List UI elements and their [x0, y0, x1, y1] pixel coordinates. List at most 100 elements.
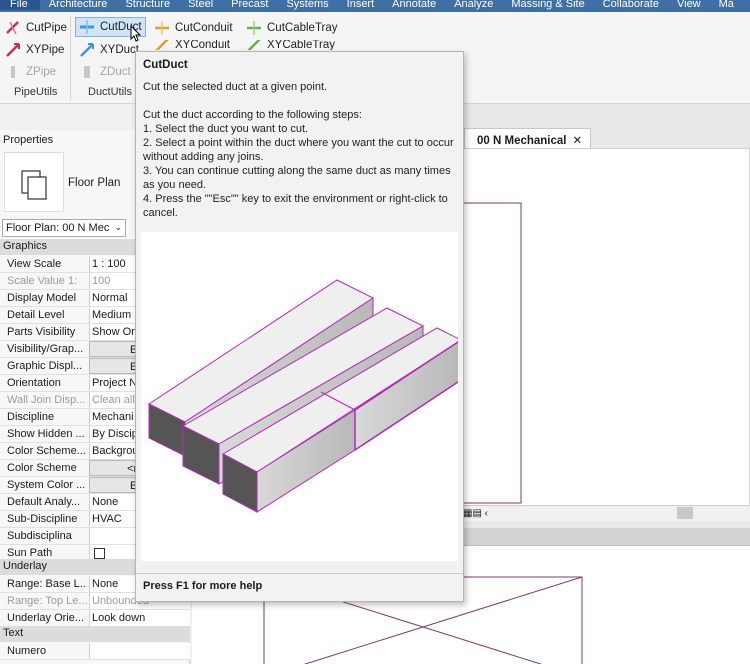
sun-path-checkbox[interactable] — [94, 548, 105, 559]
property-name: Display Model — [7, 292, 77, 304]
tooltip-illustration — [141, 232, 463, 561]
property-name: Underlay Orie... — [7, 612, 85, 624]
cutduct-tooltip: CutDuct Cut the selected duct at a given… — [135, 51, 464, 602]
mouse-cursor-icon — [130, 24, 142, 42]
xypipe-button[interactable]: XYPipe — [5, 40, 64, 60]
property-name: Color Scheme... — [7, 445, 86, 457]
property-name: Range: Top Le... — [7, 595, 87, 607]
panel-separator — [70, 16, 71, 100]
menu-steel[interactable]: Steel — [179, 0, 222, 10]
view-control-icons[interactable]: ▦▤ ‹ — [463, 508, 488, 519]
instance-selector[interactable]: Floor Plan: 00 N Mec ⌄ — [2, 219, 126, 237]
xyconduit-label: XYConduit — [175, 40, 230, 50]
menu-analyze[interactable]: Analyze — [445, 0, 502, 10]
menu-precast[interactable]: Precast — [222, 0, 277, 10]
property-name: System Color ... — [7, 479, 86, 491]
zduct-button[interactable]: ZDuct — [79, 62, 131, 82]
xyduct-label: XYDuct — [100, 44, 139, 56]
property-name: Numero — [7, 645, 47, 657]
xycabletray-button[interactable]: XYCableTray — [246, 40, 335, 50]
pipeutils-panel-label: PipeUtils — [14, 86, 58, 98]
view-control-bar: ▦▤ ‹ — [455, 505, 750, 521]
tooltip-step: 4. Press the ""Esc"" key to exit the env… — [143, 193, 448, 219]
menu-massing-site[interactable]: Massing & Site — [502, 0, 593, 10]
property-name: Graphic Displ... — [7, 360, 83, 372]
tooltip-help-hint: Press F1 for more help — [143, 580, 263, 592]
property-name: Color Scheme — [7, 462, 77, 474]
property-name: Sun Path — [7, 547, 53, 559]
cutcabletray-icon — [246, 20, 262, 36]
cutconduit-label: CutConduit — [175, 22, 233, 34]
zpipe-icon — [5, 64, 21, 80]
menu-view[interactable]: View — [668, 0, 710, 10]
property-name: Subdisciplina — [7, 530, 72, 542]
instance-selector-value: Floor Plan: 00 N Mec — [6, 222, 110, 234]
tooltip-divider — [136, 573, 463, 574]
cutcabletray-button[interactable]: CutCableTray — [246, 18, 338, 38]
property-value[interactable] — [89, 643, 190, 659]
tooltip-body: Cut the selected duct at a given point. … — [143, 80, 457, 220]
property-name: Default Analy... — [7, 496, 81, 508]
menu-collaborate[interactable]: Collaborate — [594, 0, 668, 10]
plan-drawing — [456, 202, 522, 504]
property-name: Orientation — [7, 377, 61, 389]
zpipe-label: ZPipe — [26, 66, 57, 78]
xyconduit-icon — [154, 40, 170, 50]
property-name: Parts Visibility — [7, 326, 76, 338]
property-name: Discipline — [7, 411, 55, 423]
type-name: Floor Plan — [68, 177, 121, 189]
cutconduit-icon — [154, 20, 170, 36]
ductutils-panel-label: DuctUtils — [88, 86, 133, 98]
cutpipe-icon — [5, 20, 21, 36]
tooltip-summary: Cut the selected duct at a given point. — [143, 81, 328, 93]
properties-title: Properties — [3, 134, 54, 146]
cutcabletray-label: CutCableTray — [267, 22, 338, 34]
menu-file[interactable]: File — [0, 0, 40, 10]
xyconduit-button[interactable]: XYConduit — [154, 40, 230, 50]
property-value[interactable]: Look down — [89, 610, 190, 626]
floor-plan-view[interactable] — [455, 148, 750, 520]
view-tab-label: 00 N Mechanical — [477, 135, 567, 147]
tooltip-title: CutDuct — [143, 59, 188, 71]
zpipe-button[interactable]: ZPipe — [5, 62, 56, 82]
menu-insert[interactable]: Insert — [338, 0, 384, 10]
xycabletray-label: XYCableTray — [267, 40, 335, 50]
tooltip-step: 1. Select the duct you want to cut. — [143, 123, 309, 135]
menu-architecture[interactable]: Architecture — [40, 0, 117, 10]
property-name: Wall Join Disp... — [7, 394, 86, 406]
zduct-label: ZDuct — [100, 66, 131, 78]
property-row[interactable]: Numero — [0, 643, 190, 660]
property-name: Scale Value 1: — [7, 275, 78, 287]
group-text[interactable]: Text — [0, 626, 190, 642]
property-name: Sub-Discipline — [7, 513, 78, 525]
close-icon[interactable]: ✕ — [572, 135, 582, 147]
menu-ma[interactable]: Ma — [710, 0, 743, 10]
menu-structure[interactable]: Structure — [116, 0, 179, 10]
cutpipe-button[interactable]: CutPipe — [5, 18, 67, 38]
xycabletray-icon — [246, 40, 262, 50]
property-row[interactable]: Underlay Orie... Look down — [0, 610, 190, 627]
cutconduit-button[interactable]: CutConduit — [154, 18, 233, 38]
xypipe-icon — [5, 42, 21, 58]
menu-systems[interactable]: Systems — [277, 0, 337, 10]
menu-bar: File Architecture Structure Steel Precast Sys… — [0, 0, 750, 12]
property-name: View Scale — [7, 258, 62, 270]
tooltip-step: 3. You can continue cutting along the sa… — [143, 165, 451, 191]
horizontal-scrollbar[interactable] — [677, 507, 693, 519]
property-name: Detail Level — [7, 309, 65, 321]
tooltip-step: 2. Select a point within the duct where … — [143, 137, 454, 163]
zduct-icon — [79, 64, 95, 80]
property-name: Show Hidden ... — [7, 428, 85, 440]
xyduct-icon — [79, 42, 95, 58]
property-name: Range: Base L... — [7, 578, 87, 590]
xypipe-label: XYPipe — [26, 44, 65, 56]
view-tab-00-n-mechanical[interactable]: 00 N Mechanical ✕ — [464, 128, 592, 150]
type-thumbnail — [4, 152, 64, 212]
property-name: Visibility/Grap... — [7, 343, 84, 355]
tooltip-intro: Cut the duct according to the following … — [143, 109, 362, 121]
duct-cut-illustration — [148, 279, 463, 513]
cutpipe-label: CutPipe — [26, 22, 67, 34]
floor-plan-icon — [21, 170, 47, 200]
cutduct-icon — [79, 19, 95, 35]
menu-annotate[interactable]: Annotate — [383, 0, 445, 10]
